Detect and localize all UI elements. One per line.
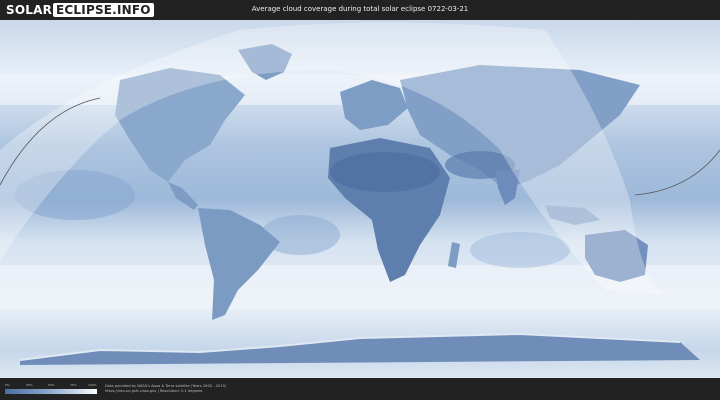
logo-text-solar: SOLAR — [6, 3, 53, 17]
page: SOLAR ECLIPSE.INFO Average cloud coverag… — [0, 0, 720, 400]
legend-tick: 0% — [5, 383, 10, 387]
sahara-clear-area — [330, 152, 440, 192]
header-bar: SOLAR ECLIPSE.INFO Average cloud coverag… — [0, 0, 720, 20]
credit-line-url[interactable]: https://neo.sci.gsfc.nasa.gov | Resoluti… — [105, 389, 345, 394]
cloud-coverage-map — [0, 20, 720, 378]
legend-tick: 75% — [70, 383, 77, 387]
legend-tick: 100% — [88, 383, 97, 387]
legend-tick: 25% — [26, 383, 33, 387]
cloud-patch-indian — [470, 232, 570, 268]
site-logo[interactable]: SOLAR ECLIPSE.INFO — [6, 2, 154, 18]
footer-bar: 0% 25% 50% 75% 100% Data provided by NAS… — [0, 378, 720, 400]
data-credit: Data provided by NASA's Aqua & Terra sat… — [105, 384, 345, 394]
legend-tick: 50% — [48, 383, 55, 387]
cloud-coverage-legend — [5, 389, 97, 394]
page-title: Average cloud coverage during total sola… — [251, 5, 469, 13]
logo-text-eclipse-info: ECLIPSE.INFO — [53, 3, 154, 17]
